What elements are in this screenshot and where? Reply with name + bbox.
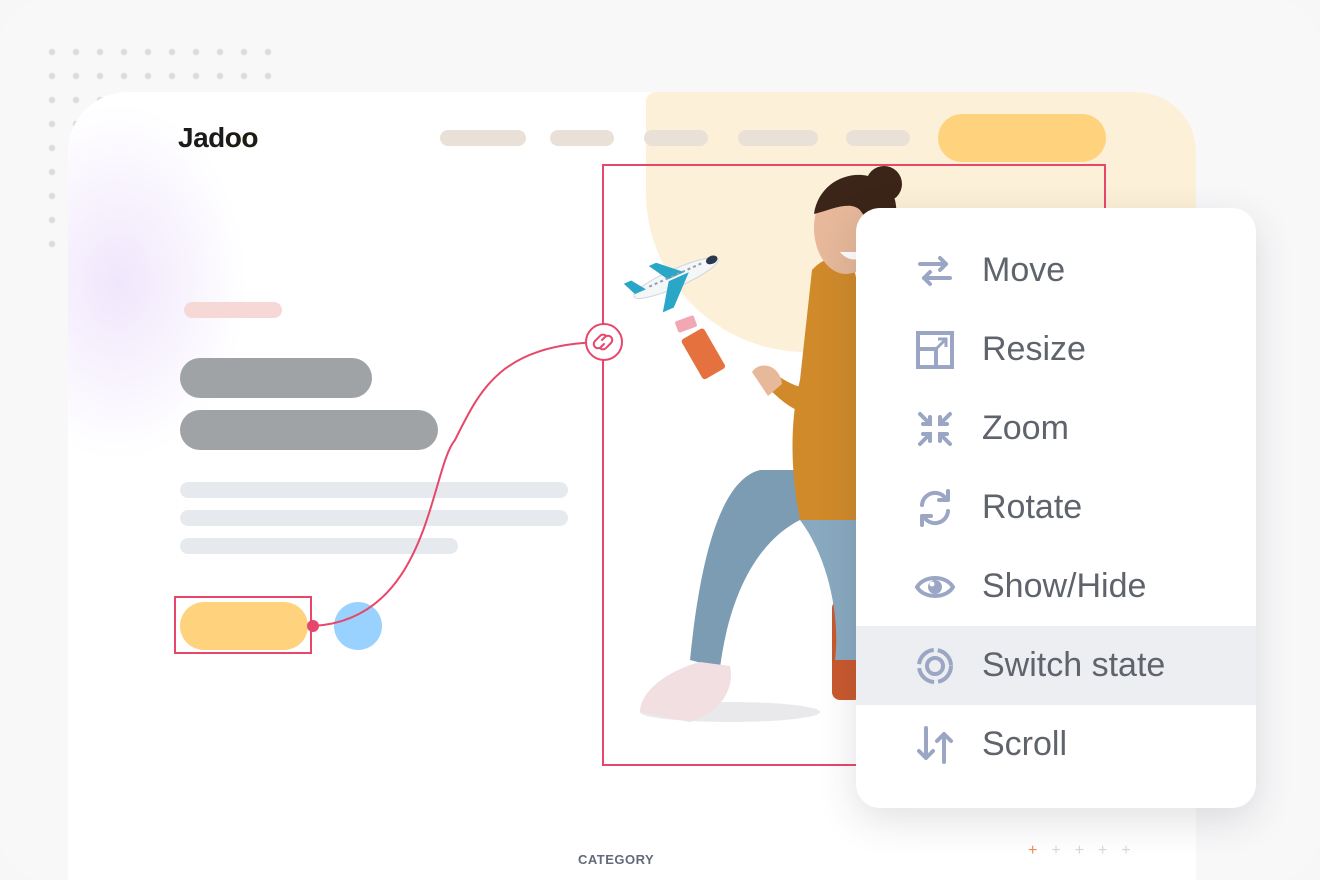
menu-item-rotate[interactable]: Rotate: [856, 468, 1256, 547]
menu-item-label: Zoom: [982, 409, 1069, 447]
link-node-icon[interactable]: [585, 323, 623, 361]
menu-item-label: Scroll: [982, 725, 1068, 763]
resize-icon: [916, 330, 954, 369]
app-canvas: Jadoo CATEGORY +++++ Move Resize Zoom Ro…: [0, 0, 1320, 880]
menu-item-scroll[interactable]: Scroll: [856, 705, 1256, 784]
airplane-illustration: [623, 255, 719, 313]
menu-item-move[interactable]: Move: [856, 231, 1256, 310]
eye-icon: [914, 575, 956, 598]
menu-item-label: Resize: [982, 330, 1086, 368]
menu-item-resize[interactable]: Resize: [856, 310, 1256, 389]
menu-item-label: Switch state: [982, 646, 1166, 684]
menu-item-label: Show/Hide: [982, 567, 1147, 605]
context-menu: Move Resize Zoom Rotate Show/Hide Switch…: [856, 208, 1256, 808]
link-connection-line: [312, 341, 601, 627]
scroll-arrows-icon: [917, 725, 953, 764]
menu-item-show-hide[interactable]: Show/Hide: [856, 547, 1256, 626]
menu-item-zoom[interactable]: Zoom: [856, 389, 1256, 468]
menu-item-switch-state[interactable]: Switch state: [856, 626, 1256, 705]
zoom-icon: [918, 411, 952, 446]
rotate-icon: [920, 488, 950, 527]
menu-item-label: Move: [982, 251, 1066, 289]
switch-state-icon: [917, 647, 953, 684]
move-arrows-icon: [918, 255, 952, 286]
connection-start-dot[interactable]: [307, 620, 319, 632]
menu-item-label: Rotate: [982, 488, 1083, 526]
